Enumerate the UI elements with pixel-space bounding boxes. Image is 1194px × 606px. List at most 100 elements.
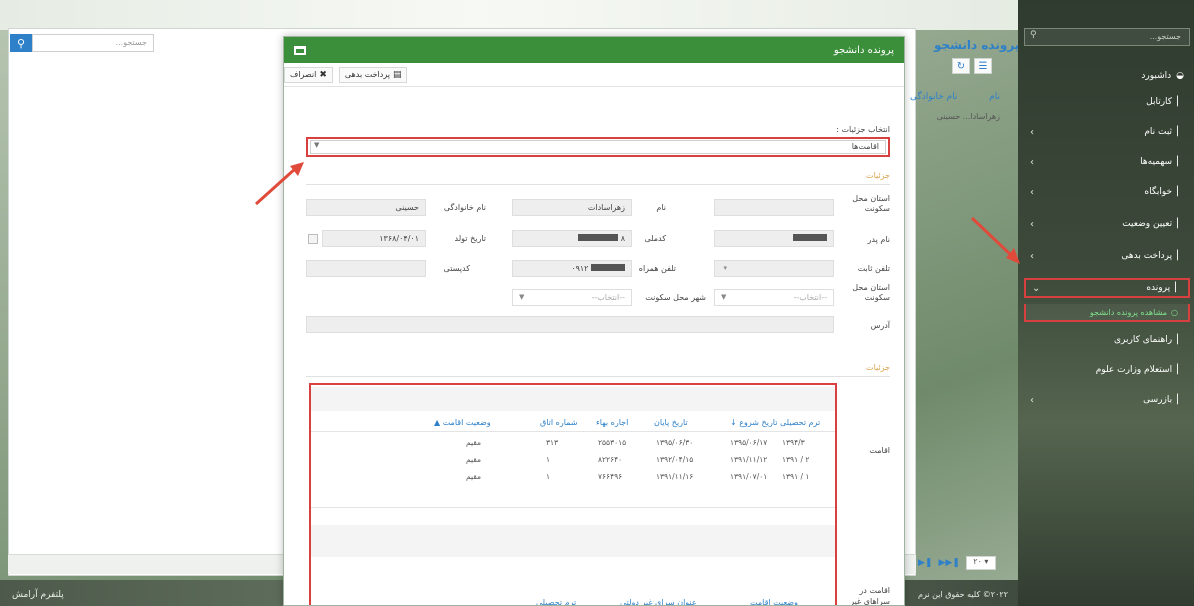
- next-page-icon[interactable]: ▶▶❚: [938, 558, 959, 568]
- first-name-label: نام: [656, 203, 666, 212]
- birth-date-label: تاریخ تولد: [454, 234, 486, 243]
- sidebar-item-4[interactable]: ▏ خوابگاه ›: [1024, 182, 1190, 202]
- bracket-icon: ▏: [1177, 219, 1184, 229]
- calendar-icon[interactable]: [308, 234, 318, 244]
- mobile-field: ۰۹۱۲: [512, 260, 632, 277]
- chevron-left-icon: ›: [1030, 394, 1034, 406]
- bracket-icon: ▏: [1177, 157, 1184, 167]
- sidebar-item-10[interactable]: ▏ بازرسی ›: [1024, 390, 1190, 410]
- col-term[interactable]: ترم تحصیلی: [780, 418, 820, 427]
- sidebar-item-6[interactable]: ▏ پرداخت بدهی ›: [1024, 246, 1190, 266]
- sidebar-item-label: بازرسی: [1143, 395, 1173, 405]
- father-name-field: [714, 230, 834, 247]
- table-cell: ۱۳۹۵/۰۶/۱۷: [730, 438, 768, 447]
- search-icon: ⚲: [16, 36, 26, 50]
- annotation-arrow: [970, 216, 1020, 264]
- last-name-label: نام خانوادگی: [443, 203, 486, 212]
- mobile-value: ۰۹۱۲: [571, 264, 589, 273]
- chevron-down-icon: ▼: [721, 293, 727, 301]
- page-size-select[interactable]: ۲۰ ▾: [965, 556, 996, 570]
- sidebar-subitem-view-student-file[interactable]: ○ مشاهده پرونده دانشجو: [1024, 304, 1190, 322]
- divider: [306, 184, 890, 185]
- table-cell: ۱۳۹۱/۱۱/۱۲: [730, 455, 768, 464]
- chevron-down-icon: ▼: [519, 293, 525, 301]
- sidebar-item-7[interactable]: ▏ پرونده ⌄: [1024, 278, 1190, 298]
- bracket-icon: ▏: [1177, 187, 1184, 197]
- private-residence-row-label: اقامت در سراهای غیر دولتی: [850, 586, 890, 606]
- search-button[interactable]: ⚲: [10, 34, 32, 52]
- circle-icon: ○: [1171, 307, 1178, 317]
- redacted-text: [793, 234, 827, 241]
- chevron-down-icon: ▼: [314, 141, 320, 149]
- grid-highlight: [309, 383, 837, 605]
- search-icon: ⚲: [1030, 30, 1037, 40]
- col-room-number[interactable]: شماره اتاق: [540, 418, 577, 427]
- sidebar-item-5[interactable]: ▏ تعیین وضعیت ›: [1024, 214, 1190, 234]
- father-name-label: نام پدر: [867, 235, 890, 244]
- first-name-field: زهراسادات: [512, 199, 632, 216]
- sidebar-item-2[interactable]: ▏ ثبت نام ›: [1024, 122, 1190, 142]
- sidebar-item-9[interactable]: ▏ استعلام وزارت علوم: [1024, 360, 1190, 380]
- table-cell: مقیم: [466, 472, 482, 481]
- redacted-text: [591, 264, 625, 271]
- table-cell: ۱: [546, 472, 551, 481]
- select-detail-label: انتخاب جزئیات :: [836, 125, 890, 134]
- city-select[interactable]: --انتخاب-- ▼: [512, 289, 632, 306]
- sidebar-item-label: سهمیه‌ها: [1140, 157, 1173, 167]
- col2-residence-status[interactable]: وضعیت اقامت: [750, 598, 798, 605]
- col-end-date[interactable]: تاریخ پایان: [654, 418, 688, 427]
- list-title: پرونده دانشجو: [934, 38, 1020, 52]
- sidebar-item-3[interactable]: ▏ سهمیه‌ها ›: [1024, 152, 1190, 172]
- bracket-icon: ▏: [1177, 97, 1184, 107]
- search-input[interactable]: جستجو...: [32, 34, 154, 52]
- sidebar-search-input[interactable]: جستجو...: [1024, 28, 1190, 46]
- chevron-left-icon: ›: [1030, 126, 1034, 138]
- bracket-icon: ▏: [1177, 365, 1184, 375]
- table-cell: ۲ / ۱۳۹۱: [782, 455, 810, 464]
- col2-private-dorm-title[interactable]: عنوان سرای غیر دولتی: [620, 598, 697, 605]
- pay-debt-button[interactable]: ▤ پرداخت بدهی: [338, 66, 408, 83]
- detail-select[interactable]: اقامت‌ها: [310, 140, 886, 154]
- divider: [306, 376, 890, 377]
- bracket-icon: ▏: [1175, 283, 1182, 293]
- col2-term[interactable]: ترم تحصیلی: [536, 598, 576, 605]
- chevron-left-icon: ›: [1030, 186, 1034, 198]
- sidebar-item-8[interactable]: ▏ راهنمای کاربری: [1024, 330, 1190, 350]
- list-col-name[interactable]: نام: [989, 92, 1000, 102]
- table-cell: ۱۳۹۴/۳: [782, 438, 805, 447]
- window-icon[interactable]: [294, 45, 306, 55]
- col-rent[interactable]: اجاره بهاء: [596, 418, 628, 427]
- cancel-button[interactable]: ✖ انصراف: [284, 66, 333, 83]
- sidebar-item-label: کارتابل: [1146, 97, 1173, 107]
- table-cell: ۱ / ۱۳۹۱: [782, 472, 810, 481]
- bracket-icon: ▏: [1177, 251, 1184, 261]
- footer-copyright: ۲۰۲۲© کلیه حقوق این نرم: [918, 590, 1008, 599]
- sidebar-item-label: پرداخت بدهی: [1121, 251, 1173, 261]
- col-residence-status[interactable]: وضعیت اقامت ▲: [434, 418, 491, 427]
- list-view-icon[interactable]: ☰: [974, 58, 992, 74]
- province2-label: استان محل سکونت: [852, 283, 890, 302]
- province-label: استان محل سکونت: [852, 194, 890, 213]
- sidebar-item-label: استعلام وزارت علوم: [1095, 365, 1173, 375]
- redacted-text: [578, 234, 619, 241]
- annotation-arrow: [254, 162, 304, 206]
- search-bar: ⚲ جستجو...: [10, 34, 154, 52]
- refresh-icon[interactable]: ↻: [952, 58, 970, 74]
- residence-row-label: اقامت: [869, 446, 890, 455]
- list-item[interactable]: زهراسادا... حسینی: [914, 112, 1000, 121]
- province-select[interactable]: --انتخاب-- ▼: [714, 289, 834, 306]
- bracket-icon: ▏: [1177, 335, 1184, 345]
- city-select-value: --انتخاب--: [591, 293, 625, 302]
- postal-code-field: [306, 260, 426, 277]
- col-start-date[interactable]: تاریخ شروع ↓: [730, 418, 777, 427]
- sidebar-item-1[interactable]: ▏ کارتابل: [1024, 92, 1190, 112]
- phone-field: ▾: [714, 260, 834, 277]
- list-header: نام نام خانوادگی: [910, 92, 1000, 102]
- list-col-family[interactable]: نام خانوادگی: [910, 92, 957, 102]
- sidebar-item-0[interactable]: ◒ داشبورد: [1024, 66, 1190, 86]
- address-field: [306, 316, 834, 333]
- grid-header-divider: [311, 431, 835, 432]
- last-page-icon[interactable]: ▶❚: [918, 558, 932, 568]
- table-cell: ۱۳۹۱/۰۷/۰۱: [730, 472, 768, 481]
- student-file-modal: پرونده دانشجو ▤ پرداخت بدهی ✖ انصراف انت…: [283, 36, 905, 606]
